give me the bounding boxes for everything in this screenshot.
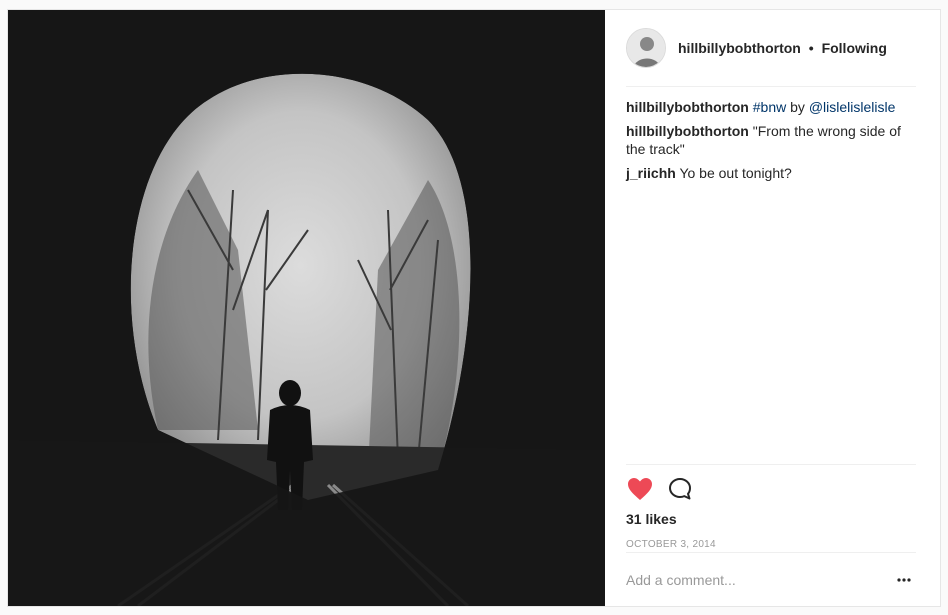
comments-list: hillbillybobthorton #bnw by @lislelislel… [626, 98, 916, 188]
comment-text: by [786, 99, 809, 115]
more-options-icon [897, 578, 911, 582]
comment-username[interactable]: hillbillybobthorton [626, 123, 749, 139]
avatar[interactable] [626, 28, 666, 68]
header-separator: • [808, 40, 814, 56]
comment-username[interactable]: hillbillybobthorton [626, 99, 749, 115]
action-icons [626, 475, 916, 503]
comment: hillbillybobthorton "From the wrong side… [626, 122, 916, 158]
comment-input[interactable] [626, 572, 892, 588]
more-options-button[interactable] [892, 568, 916, 592]
like-button[interactable] [626, 475, 654, 503]
header-text: hillbillybobthorton • Following [678, 40, 887, 56]
comment-caption: hillbillybobthorton #bnw by @lislelislel… [626, 98, 916, 116]
post-sidebar: hillbillybobthorton • Following hillbill… [605, 10, 940, 606]
header-username[interactable]: hillbillybobthorton [678, 40, 801, 56]
hashtag-link[interactable]: #bnw [753, 99, 786, 115]
comment-button[interactable] [666, 475, 694, 503]
photo-image [8, 10, 605, 606]
likes-count[interactable]: 31 likes [626, 511, 916, 527]
comment: j_riichh Yo be out tonight? [626, 164, 916, 182]
post-card: hillbillybobthorton • Following hillbill… [7, 9, 941, 607]
post-header: hillbillybobthorton • Following [626, 10, 916, 87]
follow-status-button[interactable]: Following [822, 40, 887, 56]
comment-username[interactable]: j_riichh [626, 165, 676, 181]
post-date: OCTOBER 3, 2014 [626, 539, 716, 550]
add-comment-bar [626, 552, 916, 607]
mention-link[interactable]: @lislelislelisle [809, 99, 896, 115]
comment-text: Yo be out tonight? [679, 165, 792, 181]
post-actions: 31 likes OCTOBER 3, 2014 [626, 464, 916, 550]
post-photo[interactable] [8, 10, 605, 606]
comment-icon [669, 478, 691, 500]
heart-icon [628, 478, 652, 500]
